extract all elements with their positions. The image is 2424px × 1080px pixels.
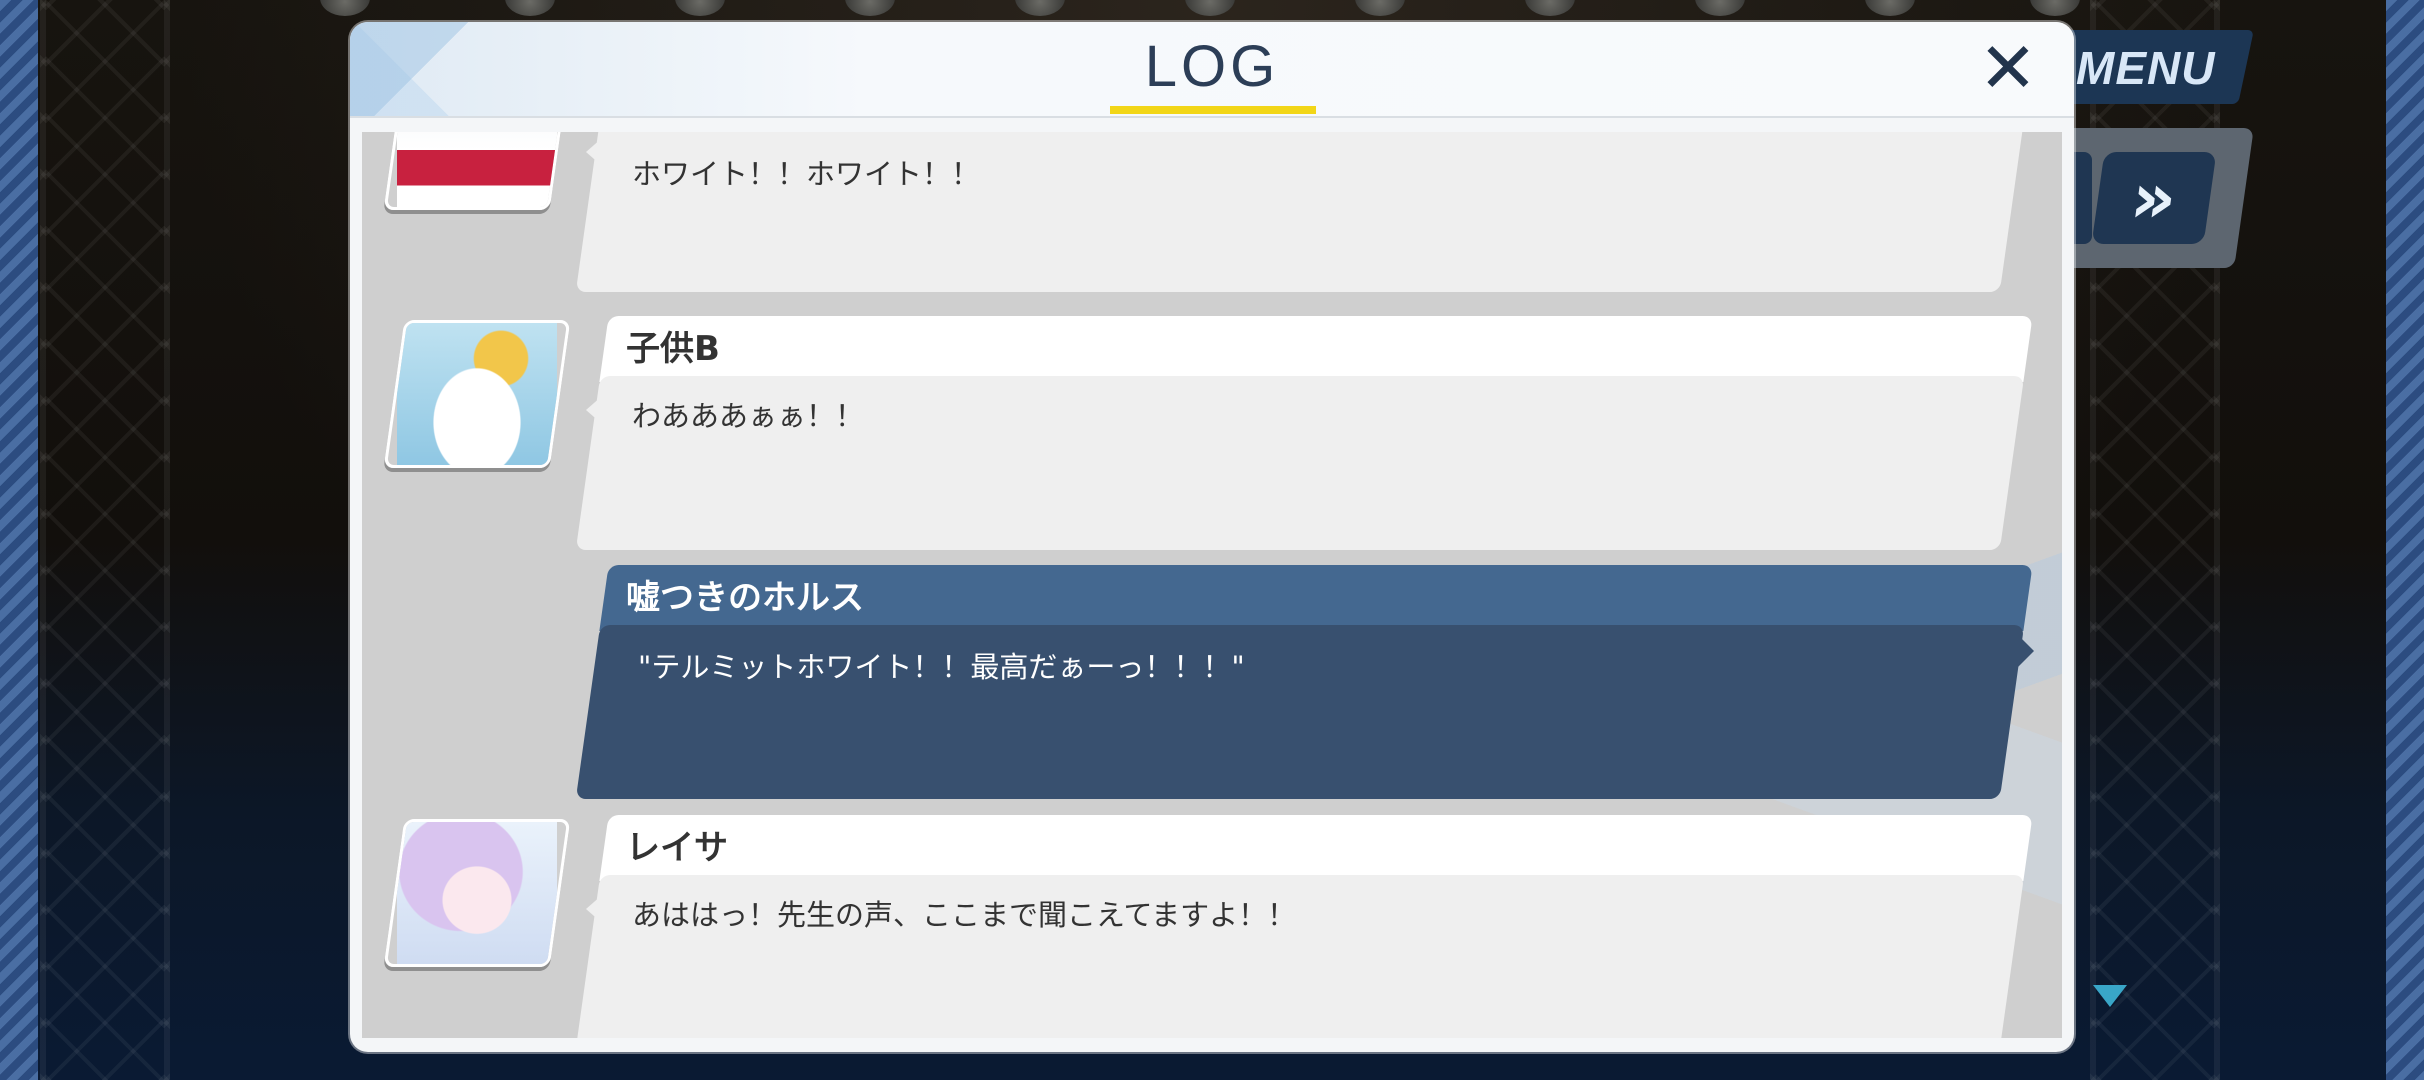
- stage-light: [1355, 0, 1405, 16]
- log-title: LOG: [1144, 34, 1280, 99]
- menu-button-label[interactable]: MENU: [2076, 38, 2215, 98]
- stage-light: [1695, 0, 1745, 16]
- bubble-pointer: [2018, 635, 2034, 667]
- reisa-portrait: [383, 819, 571, 967]
- fast-forward-button[interactable]: »: [2091, 152, 2217, 244]
- stage-light: [845, 0, 895, 16]
- log-header: LOG ✕: [350, 22, 2074, 118]
- message-text: ホワイト！！ホワイト！！: [632, 157, 981, 191]
- title-underline: [1110, 106, 1316, 114]
- bubble-pointer: [586, 895, 602, 923]
- message-text: あははっ！先生の声、ここまで聞こえてますよ！！: [632, 898, 1297, 932]
- stage-light: [320, 0, 370, 16]
- message-text: "テルミットホワイト！！最高だぁーっ！！！": [638, 650, 1245, 684]
- log-window: LOG ✕ ホワイト！！ホワイト！！ 子供B わあああぁぁ！！ 嘘つきのホルス …: [350, 22, 2074, 1052]
- stage-truss-left: [40, 0, 170, 1080]
- left-border-stripe: [0, 0, 38, 1080]
- name-band: [599, 316, 2033, 382]
- close-icon[interactable]: ✕: [1976, 33, 2040, 103]
- speaker-name: 子供B: [626, 329, 720, 369]
- stage-light: [505, 0, 555, 16]
- seal-child-yellow-hat-portrait: [383, 320, 571, 468]
- bubble-pointer: [586, 396, 602, 424]
- log-list[interactable]: ホワイト！！ホワイト！！ 子供B わあああぁぁ！！ 嘘つきのホルス "テルミット…: [362, 132, 2062, 1038]
- seal-mascot-portrait: [383, 132, 571, 210]
- speaker-name: レイサ: [626, 828, 728, 868]
- stage-light: [675, 0, 725, 16]
- right-border-stripe: [2386, 0, 2424, 1080]
- next-arrow-icon[interactable]: [2093, 985, 2127, 1007]
- speaker-name: 嘘つきのホルス: [626, 578, 864, 618]
- stage-light: [1525, 0, 1575, 16]
- stage-light: [2030, 0, 2080, 16]
- message-text: わあああぁぁ！！: [632, 399, 865, 433]
- stage-light: [1185, 0, 1235, 16]
- bubble-pointer: [586, 138, 602, 166]
- stage-light: [1015, 0, 1065, 16]
- name-band: [599, 815, 2033, 881]
- stage-light: [1865, 0, 1915, 16]
